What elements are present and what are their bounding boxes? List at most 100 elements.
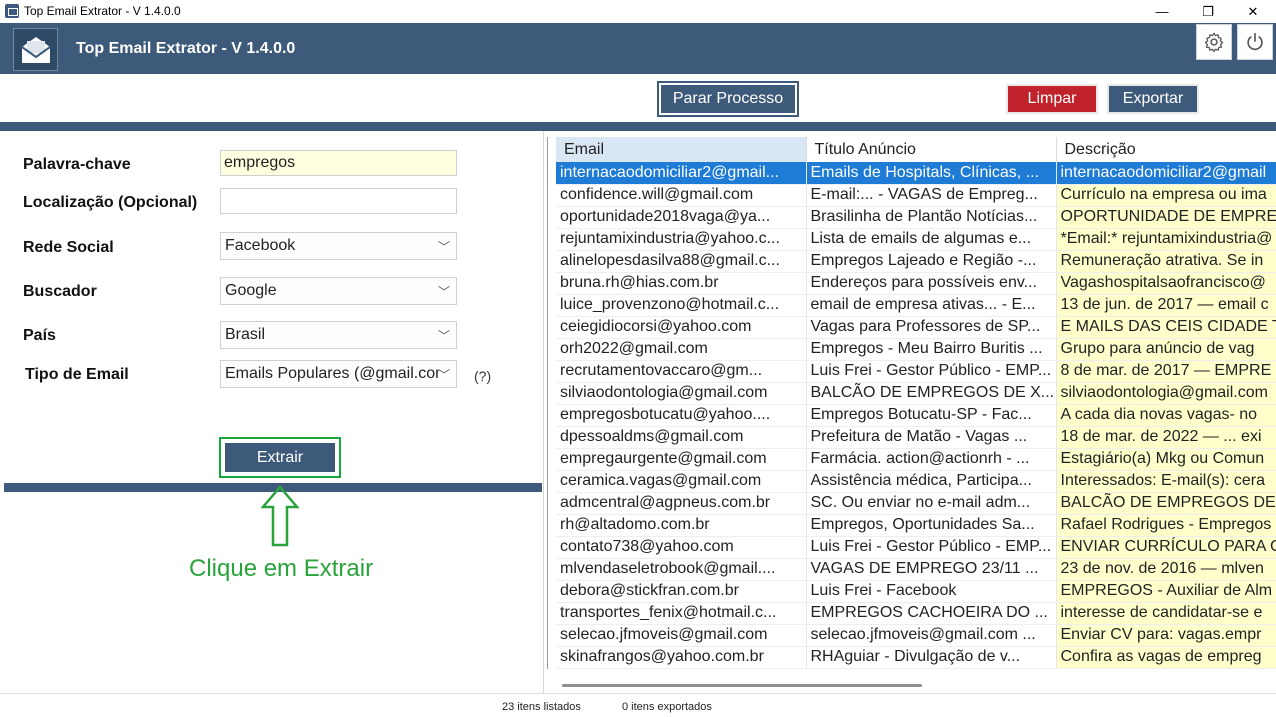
country-value: Brasil [225,326,266,343]
table-row[interactable]: internacaodomiciliar2@gmail... Emails de … [556,162,1276,185]
cell-description: 13 de jun. de 2017 — email c [1056,294,1276,317]
horizontal-scrollbar[interactable] [562,684,922,687]
export-button[interactable]: Exportar [1107,84,1199,114]
table-row[interactable]: skinafrangos@yahoo.com.br RHAguiar - Divu… [556,646,1276,669]
items-exported-count: 0 itens exportados [622,701,712,713]
cell-email: ceiegidiocorsi@yahoo.com [556,316,807,339]
cell-description: Remuneração atrativa. Se in [1056,250,1276,273]
cell-description: interesse de candidatar-se e [1056,602,1276,625]
search-engine-value: Google [225,282,277,299]
table-row[interactable]: confidence.will@gmail.com E-mail:... - VA… [556,184,1276,207]
location-input[interactable] [220,188,457,214]
help-link[interactable]: (?) [474,368,491,384]
cell-description: ENVIAR CURRÍCULO PARA C [1056,536,1276,559]
table-row[interactable]: recrutamentovaccaro@gm... Luis Frei - Ges… [556,360,1276,383]
cell-title: EMPREGOS CACHOEIRA DO ... [806,602,1057,625]
stop-process-button[interactable]: Parar Processo [657,81,799,117]
cell-description: silviaodontologia@gmail.com [1056,382,1276,405]
cell-title: Luis Frei - Gestor Público - EMP... [806,536,1057,559]
email-type-label: Tipo de Email [25,366,129,383]
table-row[interactable]: admcentral@agpneus.com.br SC. Ou enviar n… [556,492,1276,515]
cell-title: Prefeitura de Matão - Vagas ... [806,426,1057,449]
cell-title: E-mail:... - VAGAS de Empreg... [806,184,1057,207]
cell-description: Grupo para anúncio de vag [1056,338,1276,361]
cell-email: silviaodontologia@gmail.com [556,382,807,405]
column-header-title[interactable]: Título Anúncio [806,137,1057,162]
cell-title: Empregos, Oportunidades Sa... [806,514,1057,537]
os-titlebar: Top Email Extrator - V 1.4.0.0 — ❐ ✕ [0,0,1276,23]
table-row[interactable]: luice_provenzono@hotmail.c... email de em… [556,294,1276,317]
cell-description: Rafael Rodrigues - Empregos [1056,514,1276,537]
cell-title: BALCÃO DE EMPREGOS DE X... [806,382,1057,405]
table-row[interactable]: rh@altadomo.com.br Empregos, Oportunidade… [556,514,1276,537]
table-header-row: Email Título Anúncio Descrição [556,137,1276,162]
keyword-input[interactable] [220,150,457,176]
clear-button[interactable]: Limpar [1006,84,1098,114]
table-row[interactable]: empregosbotucatu@yahoo.... Empregos Botuc… [556,404,1276,427]
table-row[interactable]: bruna.rh@hias.com.br Endereços para possí… [556,272,1276,295]
country-select[interactable]: Brasil ﹀ [220,321,457,349]
cell-description: EMPREGOS - Auxiliar de Alm [1056,580,1276,603]
location-label: Localização (Opcional) [23,194,198,211]
maximize-button[interactable]: ❐ [1185,0,1231,23]
table-row[interactable]: alinelopesdasilva88@gmail.c... Empregos L… [556,250,1276,273]
cell-title: RHAguiar - Divulgação de v... [806,646,1057,669]
app-header: Top Email Extrator - V 1.4.0.0 [0,23,1276,74]
social-network-select[interactable]: Facebook ﹀ [220,232,457,260]
table-row[interactable]: mlvendaseletrobook@gmail.... VAGAS DE EMP… [556,558,1276,581]
column-header-description[interactable]: Descrição [1056,137,1276,162]
settings-button[interactable] [1196,24,1232,60]
table-row[interactable]: ceiegidiocorsi@yahoo.com Vagas para Profe… [556,316,1276,339]
table-row[interactable]: empregaurgente@gmail.com Farmácia. action… [556,448,1276,471]
cell-description: Vagashospitalsaofrancisco@ [1056,272,1276,295]
cell-title: Luis Frei - Gestor Público - EMP... [806,360,1057,383]
cell-title: Farmácia. action@actionrh - ... [806,448,1057,471]
email-type-value: Emails Populares (@gmail.com [225,365,439,382]
power-button[interactable] [1237,24,1273,60]
close-button[interactable]: ✕ [1230,0,1276,23]
cell-title: Empregos Botucatu-SP - Fac... [806,404,1057,427]
cell-email: empregaurgente@gmail.com [556,448,807,471]
cell-description: E MAILS DAS CEIS CIDADE T [1056,316,1276,339]
table-row[interactable]: oportunidade2018vaga@ya... Brasilinha de … [556,206,1276,229]
email-type-select[interactable]: Emails Populares (@gmail.com ﹀ [220,360,457,388]
chevron-down-icon: ﹀ [437,285,450,299]
table-row[interactable]: silviaodontologia@gmail.com BALCÃO DE EMP… [556,382,1276,405]
table-row[interactable]: debora@stickfran.com.br Luis Frei - Faceb… [556,580,1276,603]
table-row[interactable]: rejuntamixindustria@yahoo.c... Lista de e… [556,228,1276,251]
envelope-icon [13,28,58,71]
cell-description: 18 de mar. de 2022 — ... exi [1056,426,1276,449]
extract-highlight: Extrair [219,437,341,478]
table-row[interactable]: transportes_fenix@hotmail.c... EMPREGOS C… [556,602,1276,625]
cell-email: admcentral@agpneus.com.br [556,492,807,515]
cell-description: OPORTUNIDADE DE EMPREGO [1056,206,1276,229]
cell-email: empregosbotucatu@yahoo.... [556,404,807,427]
table-row[interactable]: orh2022@gmail.com Empregos - Meu Bairro B… [556,338,1276,361]
cell-email: orh2022@gmail.com [556,338,807,361]
cell-email: oportunidade2018vaga@ya... [556,206,807,229]
table-row[interactable]: selecao.jfmoveis@gmail.com selecao.jfmove… [556,624,1276,647]
cell-description: *Email:* rejuntamixindustria@ [1056,228,1276,251]
cell-email: bruna.rh@hias.com.br [556,272,807,295]
app-title: Top Email Extrator - V 1.4.0.0 [76,40,296,57]
search-engine-select[interactable]: Google ﹀ [220,277,457,305]
cell-title: email de empresa ativas... - E... [806,294,1057,317]
extract-button[interactable]: Extrair [225,443,335,472]
cell-title: Assistência médica, Participa... [806,470,1057,493]
table-row[interactable]: ceramica.vagas@gmail.com Assistência médi… [556,470,1276,493]
minimize-button[interactable]: — [1139,0,1185,23]
table-row[interactable]: dpessoaldms@gmail.com Prefeitura de Matão… [556,426,1276,449]
country-label: País [23,327,56,344]
table-row[interactable]: contato738@yahoo.com Luis Frei - Gestor P… [556,536,1276,559]
app-window: Top Email Extrator - V 1.4.0.0 — ❐ ✕ Top… [0,0,1276,717]
results-table: Email Título Anúncio Descrição internaca… [556,137,1276,669]
chevron-down-icon: ﹀ [437,368,450,382]
cell-description: BALCÃO DE EMPREGOS DE [1056,492,1276,515]
cell-email: contato738@yahoo.com [556,536,807,559]
cell-email: dpessoaldms@gmail.com [556,426,807,449]
cell-email: mlvendaseletrobook@gmail.... [556,558,807,581]
cell-title: Vagas para Professores de SP... [806,316,1057,339]
search-form-panel: Palavra-chave Localização (Opcional) Red… [0,131,544,693]
extract-hint: Clique em Extrair [189,555,374,582]
column-header-email[interactable]: Email [556,137,807,162]
